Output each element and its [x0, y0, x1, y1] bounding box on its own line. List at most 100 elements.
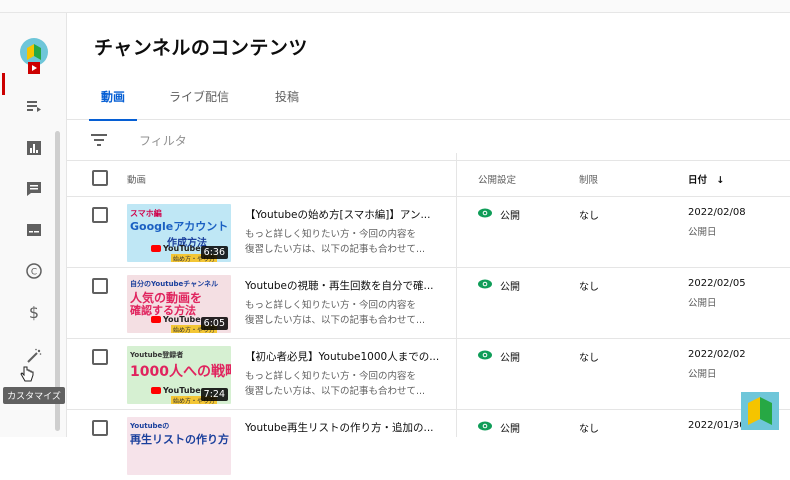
date-status: 公開日: [688, 369, 717, 380]
svg-text:C: C: [31, 268, 37, 278]
sort-arrow-icon: ↓: [716, 175, 725, 186]
tab-posts-label: 投稿: [275, 90, 300, 104]
thumb-youtube: YouTube: [151, 386, 201, 395]
tab-videos[interactable]: 動画: [89, 83, 138, 121]
date-cell: 2022/01/30: [688, 420, 746, 431]
visibility-cell[interactable]: 公開: [478, 420, 520, 435]
desc-line2: 復習したい方は、以下の記事も合わせて...: [245, 386, 426, 397]
visibility-cell[interactable]: 公開: [478, 349, 520, 364]
table-header: 動画 公開設定 制限 日付 ↓: [67, 161, 790, 197]
video-title[interactable]: 【Youtubeの始め方[スマホ編]】アン...: [245, 207, 443, 222]
col-restrictions[interactable]: 制限: [579, 172, 598, 186]
desc-line2: 復習したい方は、以下の記事も合わせて...: [245, 244, 426, 255]
row-checkbox[interactable]: [92, 420, 108, 436]
col-date-label: 日付: [688, 175, 708, 186]
row-checkbox[interactable]: [92, 207, 108, 223]
thumb-youtube: YouTube: [151, 315, 201, 324]
date-status: 公開日: [688, 227, 717, 238]
desc-line1: もっと詳しく知りたい方・今回の内容を: [245, 371, 417, 382]
beginner-mark-icon: [741, 392, 779, 430]
video-description: もっと詳しく知りたい方・今回の内容を 復習したい方は、以下の記事も合わせて...: [245, 227, 443, 257]
subtitles-icon[interactable]: [23, 219, 45, 241]
video-thumbnail[interactable]: Youtubeの 再生リストの作り方: [127, 417, 231, 475]
thumb-line1: Youtube登録者: [130, 351, 184, 359]
restriction-cell: なし: [579, 282, 599, 293]
thumb-line2: 1000人への戦略: [130, 364, 231, 380]
desc-line1: もっと詳しく知りたい方・今回の内容を: [245, 300, 417, 311]
analytics-icon[interactable]: [23, 137, 45, 159]
visibility-label: 公開: [500, 353, 520, 364]
video-thumbnail[interactable]: 自分のYoutubeチャンネル 人気の動画を 確認する方法 YouTube 始め…: [127, 275, 231, 333]
filter-input[interactable]: フィルタ: [139, 132, 187, 149]
desc-line1: もっと詳しく知りたい方・今回の内容を: [245, 229, 417, 240]
youtube-logo-icon: [151, 387, 161, 394]
video-title[interactable]: 【初心者必見】Youtube1000人までの...: [245, 349, 443, 364]
sidebar: C $: [0, 13, 67, 437]
filter-bar[interactable]: フィルタ: [67, 120, 790, 161]
date-status: 公開日: [688, 298, 717, 309]
select-all-checkbox[interactable]: [92, 170, 108, 186]
restriction-cell: なし: [579, 211, 599, 222]
customize-tooltip: カスタマイズ: [3, 387, 65, 404]
date-cell: 2022/02/08: [688, 207, 746, 218]
thumb-line2: 再生リストの作り方: [130, 433, 229, 446]
thumb-yt-text: YouTube: [163, 315, 201, 324]
svg-text:$: $: [29, 303, 39, 321]
date-cell: 2022/02/05: [688, 278, 746, 289]
table-row[interactable]: スマホ編 Googleアカウント 作成方法 YouTube 始め方・やり方 6:…: [67, 197, 790, 268]
content-tabs: 動画 ライブ配信 投稿: [67, 75, 790, 121]
video-title[interactable]: Youtubeの視聴・再生回数を自分で確...: [245, 278, 443, 293]
table-row[interactable]: Youtube登録者 1000人への戦略 YouTube 始め方・やり方 7:2…: [67, 339, 790, 410]
youtube-logo-icon: [151, 316, 161, 323]
video-duration: 6:05: [200, 317, 228, 330]
tab-videos-label: 動画: [101, 90, 126, 104]
date-cell: 2022/02/02: [688, 349, 746, 360]
video-duration: 7:24: [200, 388, 228, 401]
video-thumbnail[interactable]: Youtube登録者 1000人への戦略 YouTube 始め方・やり方 7:2…: [127, 346, 231, 404]
visibility-label: 公開: [500, 282, 520, 293]
thumb-line2: Googleアカウント: [130, 220, 229, 233]
col-date[interactable]: 日付 ↓: [688, 172, 724, 186]
playlist-icon[interactable]: [23, 95, 45, 117]
content-icon[interactable]: [23, 57, 45, 79]
filter-icon[interactable]: [91, 132, 107, 151]
row-checkbox[interactable]: [92, 349, 108, 365]
col-visibility[interactable]: 公開設定: [478, 172, 516, 186]
cursor-hand-icon: [16, 363, 38, 385]
page-title: チャンネルのコンテンツ: [94, 37, 308, 59]
restriction-cell: なし: [579, 353, 599, 364]
visibility-label: 公開: [500, 424, 520, 435]
sidebar-scrollbar[interactable]: [55, 131, 60, 431]
active-indicator: [2, 73, 5, 95]
tab-posts[interactable]: 投稿: [263, 83, 311, 115]
table-row[interactable]: Youtubeの 再生リストの作り方 Youtube再生リストの作り方・追加の.…: [67, 410, 790, 480]
top-bar: [0, 0, 790, 13]
tab-live[interactable]: ライブ配信: [157, 83, 241, 115]
table-row[interactable]: 自分のYoutubeチャンネル 人気の動画を 確認する方法 YouTube 始め…: [67, 268, 790, 339]
comments-icon[interactable]: [23, 178, 45, 200]
restriction-cell: なし: [579, 424, 599, 435]
col-video: 動画: [127, 175, 147, 186]
eye-icon: [478, 421, 492, 434]
eye-icon: [478, 208, 492, 221]
eye-icon: [478, 350, 492, 363]
thumb-line1: Youtubeの: [130, 422, 170, 430]
video-description: もっと詳しく知りたい方・今回の内容を 復習したい方は、以下の記事も合わせて...: [245, 369, 443, 399]
thumb-yt-text: YouTube: [163, 244, 201, 253]
copyright-icon[interactable]: C: [23, 260, 45, 282]
visibility-label: 公開: [500, 211, 520, 222]
youtube-logo-icon: [151, 245, 161, 252]
visibility-cell[interactable]: 公開: [478, 278, 520, 293]
visibility-cell[interactable]: 公開: [478, 207, 520, 222]
row-checkbox[interactable]: [92, 278, 108, 294]
thumb-line1: 自分のYoutubeチャンネル: [130, 280, 219, 288]
video-thumbnail[interactable]: スマホ編 Googleアカウント 作成方法 YouTube 始め方・やり方 6:…: [127, 204, 231, 262]
desc-line2: 復習したい方は、以下の記事も合わせて...: [245, 315, 426, 326]
tab-live-label: ライブ配信: [169, 90, 230, 104]
thumb-yt-text: YouTube: [163, 386, 201, 395]
monetization-icon[interactable]: $: [23, 301, 45, 323]
video-duration: 6:36: [200, 246, 228, 259]
video-title[interactable]: Youtube再生リストの作り方・追加の...: [245, 420, 443, 435]
thumb-youtube: YouTube: [151, 244, 201, 253]
video-description: もっと詳しく知りたい方・今回の内容を 復習したい方は、以下の記事も合わせて...: [245, 298, 443, 328]
